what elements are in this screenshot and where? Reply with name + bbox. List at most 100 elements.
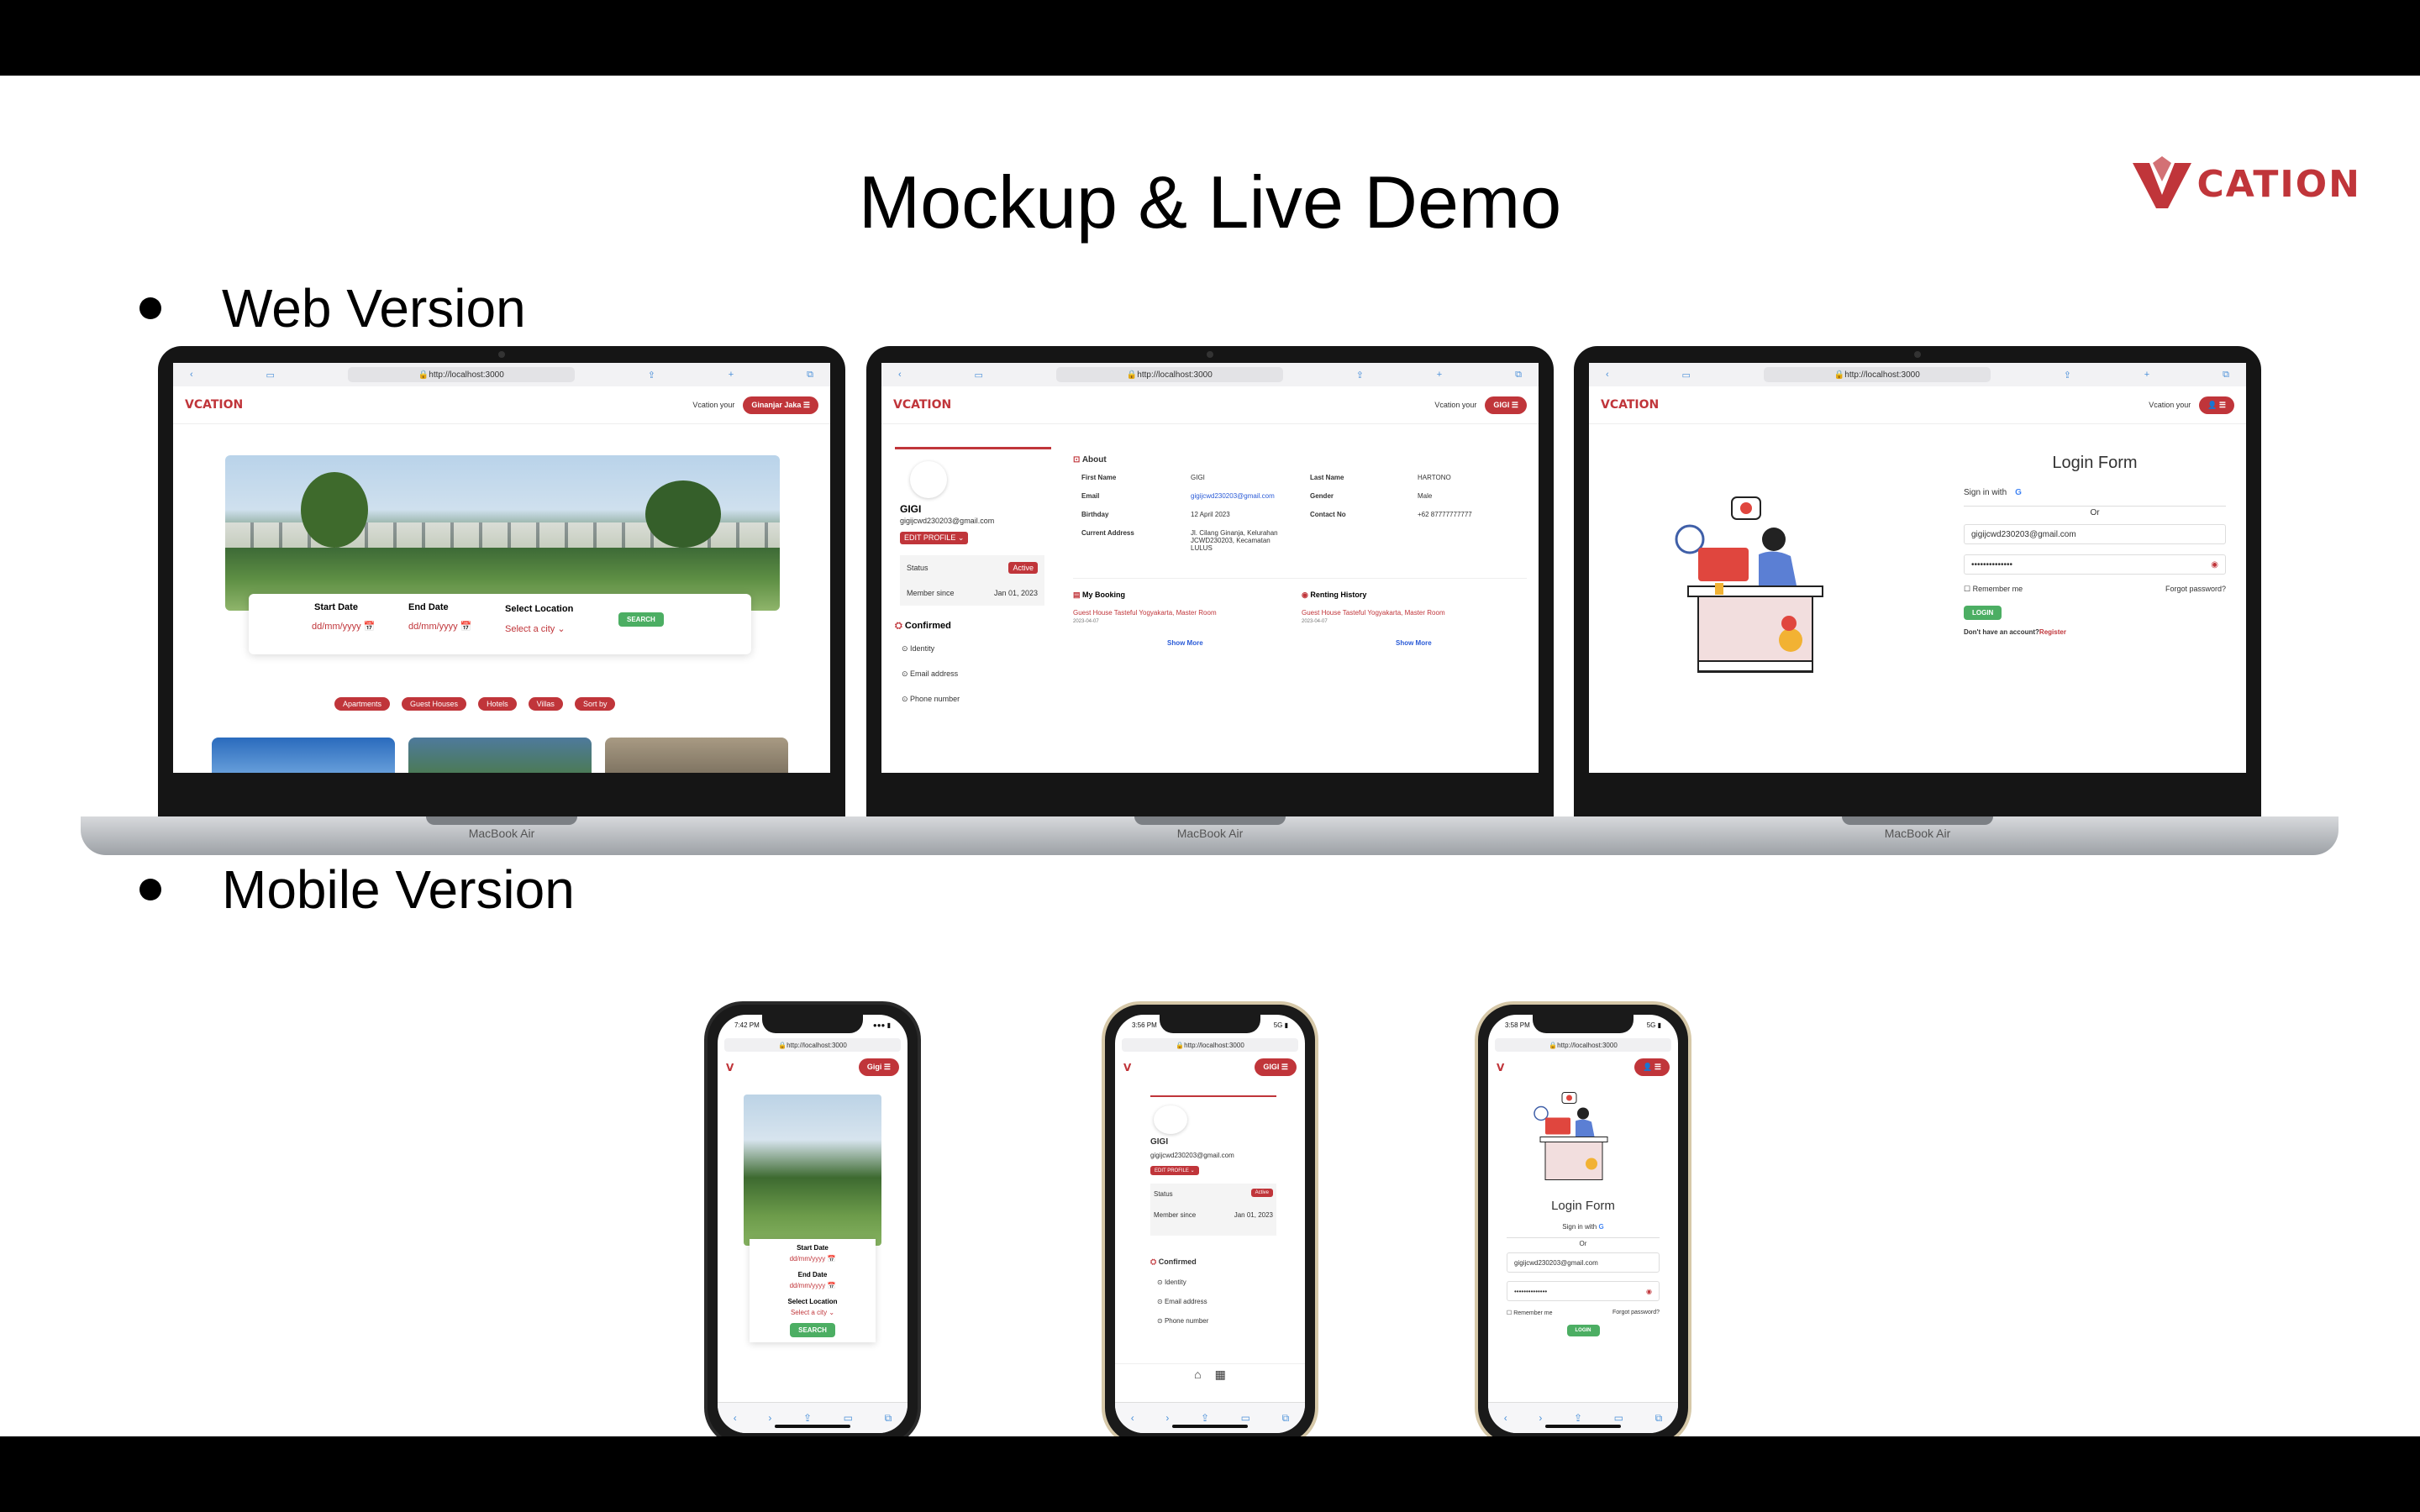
booking-show-more[interactable]: Show More	[1167, 639, 1203, 647]
share-icon[interactable]: ⇪	[1356, 370, 1364, 381]
book-icon[interactable]: ▭	[1241, 1412, 1250, 1424]
address-label: Current Address	[1081, 529, 1134, 537]
chip-apartments[interactable]: Apartments	[334, 697, 391, 711]
share-icon[interactable]: ⇪	[1574, 1412, 1582, 1424]
last-name-label: Last Name	[1310, 474, 1344, 481]
forward-icon[interactable]: ›	[768, 1412, 771, 1424]
phone-password-input[interactable]: •••••••••••••• ◉	[1507, 1281, 1660, 1301]
back-icon[interactable]: ‹	[898, 370, 902, 380]
register-link[interactable]: Register	[2039, 628, 2066, 636]
book-icon[interactable]: ▭	[975, 370, 983, 381]
forward-icon[interactable]: ›	[1539, 1412, 1542, 1424]
home-icon[interactable]: ⌂	[1194, 1368, 1201, 1389]
tabs-icon[interactable]: ⧉	[807, 370, 813, 381]
tabs-icon[interactable]: ⧉	[1515, 370, 1522, 381]
plus-icon[interactable]: +	[1437, 370, 1442, 380]
browser-bar: ‹ ▭ 🔒 http://localhost:3000 ⇪ + ⧉	[1589, 363, 2246, 386]
forward-icon[interactable]: ›	[1165, 1412, 1169, 1424]
chip-villas[interactable]: Villas	[528, 697, 563, 711]
url-field[interactable]: 🔒 http://localhost:3000	[1055, 367, 1283, 382]
nav-logo[interactable]: VCATION	[1601, 398, 1659, 412]
google-icon[interactable]: G	[2015, 488, 2022, 497]
share-icon[interactable]: ⇪	[648, 370, 655, 381]
login-button[interactable]: LOGIN	[1964, 606, 2002, 620]
user-menu-button[interactable]: GIGI ☰	[1485, 396, 1527, 414]
last-name: HARTONO	[1418, 474, 1451, 481]
phone-url[interactable]: 🔒 http://localhost:3000	[724, 1038, 901, 1052]
or-divider: Or	[1964, 506, 2226, 517]
back-icon[interactable]: ‹	[1606, 370, 1609, 380]
phone-start-date[interactable]: dd/mm/yyyy 📅	[750, 1255, 876, 1263]
url-field[interactable]: 🔒 http://localhost:3000	[347, 367, 575, 382]
history-item[interactable]: Guest House Tasteful Yogyakarta, Master …	[1302, 609, 1445, 617]
phone-end-date[interactable]: dd/mm/yyyy 📅	[750, 1282, 876, 1289]
share-icon[interactable]: ⇪	[2064, 370, 2071, 381]
phone-profile-card: GIGI gigijcwd230203@gmail.com EDIT PROFI…	[1150, 1095, 1276, 1325]
plus-icon[interactable]: +	[729, 370, 734, 380]
phone-user-menu[interactable]: GIGI ☰	[1255, 1058, 1297, 1076]
member-since: Jan 01, 2023	[1234, 1211, 1273, 1219]
phone-url[interactable]: 🔒 http://localhost:3000	[1495, 1038, 1671, 1052]
chip-hotels[interactable]: Hotels	[478, 697, 517, 711]
user-menu-button[interactable]: 👤 ☰	[2199, 396, 2234, 414]
tabs-icon[interactable]: ⧉	[1282, 1412, 1290, 1425]
back-icon[interactable]: ‹	[1504, 1412, 1507, 1424]
email-value[interactable]: gigijcwd230203@gmail.com	[1191, 492, 1275, 500]
nav-logo[interactable]: VCATION	[185, 398, 243, 412]
phone-user-menu[interactable]: Gigi ☰	[858, 1058, 899, 1076]
booking-item[interactable]: Guest House Tasteful Yogyakarta, Master …	[1073, 609, 1217, 617]
phone-logo-icon[interactable]: V	[1497, 1062, 1504, 1074]
plus-icon[interactable]: +	[2144, 370, 2149, 380]
social-signin: Sign in with G	[1964, 488, 2226, 497]
email-input[interactable]: gigijcwd230203@gmail.com	[1964, 524, 2226, 544]
user-menu-button[interactable]: Ginanjar Jaka ☰	[743, 396, 818, 414]
vcation-your-link[interactable]: Vcation your	[692, 401, 734, 409]
chip-guest-houses[interactable]: Guest Houses	[402, 697, 467, 711]
edit-profile-button[interactable]: EDIT PROFILE ⌄	[900, 532, 969, 544]
phone-login-button[interactable]: LOGIN	[1566, 1325, 1600, 1336]
remember-checkbox[interactable]: ☐ Remember me	[1964, 585, 2023, 594]
google-icon[interactable]: G	[1598, 1223, 1603, 1231]
chip-sort-by[interactable]: Sort by	[574, 697, 616, 711]
tabs-icon[interactable]: ⧉	[2223, 370, 2229, 381]
nav-logo[interactable]: VCATION	[893, 398, 951, 412]
phone-url[interactable]: 🔒 http://localhost:3000	[1122, 1038, 1298, 1052]
history-show-more[interactable]: Show More	[1396, 639, 1432, 647]
phone-edit-profile[interactable]: EDIT PROFILE ⌄	[1150, 1166, 1199, 1175]
url-field[interactable]: 🔒 http://localhost:3000	[1763, 367, 1991, 382]
phone-logo-icon[interactable]: V	[726, 1062, 734, 1074]
back-icon[interactable]: ‹	[190, 370, 193, 380]
tabs-icon[interactable]: ⧉	[885, 1412, 892, 1425]
search-button[interactable]: SEARCH	[618, 612, 664, 627]
phone-logo-icon[interactable]: V	[1123, 1062, 1131, 1074]
end-date-input[interactable]: dd/mm/yyyy 📅	[408, 621, 471, 632]
book-icon[interactable]: ▭	[844, 1412, 853, 1424]
phone-remember-checkbox[interactable]: ☐ Remember me	[1507, 1310, 1553, 1316]
phone-city-select[interactable]: Select a city ⌄	[750, 1309, 876, 1316]
phone-search-button[interactable]: SEARCH	[790, 1323, 835, 1337]
book-icon[interactable]: ▭	[266, 370, 275, 381]
back-icon[interactable]: ‹	[1131, 1412, 1134, 1424]
share-icon[interactable]: ⇪	[1201, 1412, 1209, 1424]
phone-email-input[interactable]: gigijcwd230203@gmail.com	[1507, 1252, 1660, 1273]
vcation-your-link[interactable]: Vcation your	[1434, 401, 1476, 409]
city-select[interactable]: Select a city ⌄	[505, 623, 566, 634]
eye-icon[interactable]: ◉	[1646, 1288, 1652, 1295]
tabs-icon[interactable]: ⧉	[1655, 1412, 1663, 1425]
listing-thumb-3[interactable]	[605, 738, 788, 773]
building-icon[interactable]: ▦	[1215, 1368, 1226, 1389]
back-icon[interactable]: ‹	[734, 1412, 737, 1424]
phone-user-menu[interactable]: 👤 ☰	[1634, 1058, 1670, 1076]
book-icon[interactable]: ▭	[1682, 370, 1691, 381]
share-icon[interactable]: ⇪	[803, 1412, 812, 1424]
vcation-your-link[interactable]: Vcation your	[2149, 401, 2191, 409]
phone-toolbar: ‹ › ⇪ ▭ ⧉	[718, 1402, 908, 1433]
book-icon[interactable]: ▭	[1614, 1412, 1623, 1424]
start-date-input[interactable]: dd/mm/yyyy 📅	[312, 621, 375, 632]
listing-thumb-1[interactable]	[212, 738, 395, 773]
listing-thumb-2[interactable]	[408, 738, 592, 773]
phone-forgot-link[interactable]: Forgot password?	[1612, 1310, 1660, 1316]
forgot-password-link[interactable]: Forgot password?	[2165, 585, 2226, 594]
eye-icon[interactable]: ◉	[2211, 560, 2218, 570]
password-input[interactable]: •••••••••••••• ◉	[1964, 554, 2226, 575]
